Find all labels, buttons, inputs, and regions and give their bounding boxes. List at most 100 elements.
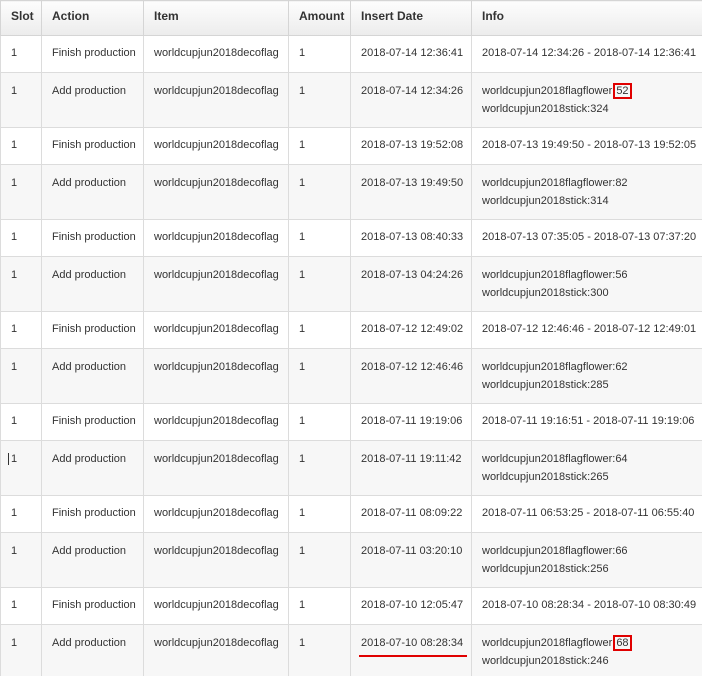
- cell-item: worldcupjun2018decoflag: [143, 532, 289, 588]
- cell-action: Add production: [41, 164, 144, 220]
- highlighted-flower-value: 52: [613, 83, 632, 99]
- column-header-insert-date[interactable]: Insert Date: [350, 0, 472, 36]
- cell-item: worldcupjun2018decoflag: [143, 256, 289, 312]
- cell-insert-date: 2018-07-13 04:24:26: [350, 256, 472, 312]
- cell-info: worldcupjun2018flagflower:62 worldcupjun…: [471, 348, 702, 404]
- table-row: 1 Finish production worldcupjun2018decof…: [0, 495, 702, 533]
- cell-info: worldcupjun2018flagflower:66 worldcupjun…: [471, 532, 702, 588]
- cell-insert-date: 2018-07-13 19:52:08: [350, 127, 472, 165]
- cell-action: Add production: [41, 532, 144, 588]
- info-flower-label: worldcupjun2018flagflower:: [482, 545, 616, 557]
- cell-info: 2018-07-10 08:28:34 - 2018-07-10 08:30:4…: [471, 587, 702, 625]
- production-log-table: Slot Action Item Amount Insert Date Info…: [0, 0, 702, 676]
- cell-amount: 1: [288, 35, 351, 73]
- table-row: 1 Finish production worldcupjun2018decof…: [0, 219, 702, 257]
- cell-slot: 1: [0, 72, 42, 128]
- cell-action: Finish production: [41, 587, 144, 625]
- info-stick-line: worldcupjun2018stick:246: [482, 655, 609, 667]
- cell-slot: 1: [0, 495, 42, 533]
- cell-slot: 1: [0, 164, 42, 220]
- info-stick-line: worldcupjun2018stick:314: [482, 195, 609, 207]
- cell-insert-date: 2018-07-10 12:05:47: [350, 587, 472, 625]
- cell-info: 2018-07-11 06:53:25 - 2018-07-11 06:55:4…: [471, 495, 702, 533]
- info-flower-value: 56: [615, 269, 628, 281]
- table-row: 1 Add production worldcupjun2018decoflag…: [0, 624, 702, 676]
- table-row: 1 Finish production worldcupjun2018decof…: [0, 127, 702, 165]
- highlighted-insert-date: 2018-07-10 08:28:34: [359, 634, 468, 657]
- column-header-item[interactable]: Item: [143, 0, 289, 36]
- info-flower-value: 66: [615, 545, 628, 557]
- cell-action: Finish production: [41, 311, 144, 349]
- cell-slot: 1: [0, 624, 42, 676]
- cell-slot: 1: [0, 440, 42, 496]
- cell-info: worldcupjun2018flagflower:64 worldcupjun…: [471, 440, 702, 496]
- cell-amount: 1: [288, 219, 351, 257]
- cell-slot: 1: [0, 587, 42, 625]
- cell-item: worldcupjun2018decoflag: [143, 72, 289, 128]
- cell-item: worldcupjun2018decoflag: [143, 164, 289, 220]
- cell-slot: 1: [0, 35, 42, 73]
- cell-info: 2018-07-13 19:49:50 - 2018-07-13 19:52:0…: [471, 127, 702, 165]
- table-row: 1 Add production worldcupjun2018decoflag…: [0, 440, 702, 496]
- cell-amount: 1: [288, 495, 351, 533]
- cell-info: worldcupjun2018flagflower:56 worldcupjun…: [471, 256, 702, 312]
- info-flower-value: 64: [615, 453, 628, 465]
- info-flower-value: 82: [615, 177, 628, 189]
- info-flower-label: worldcupjun2018flagflower:: [482, 453, 616, 465]
- cell-amount: 1: [288, 348, 351, 404]
- cell-amount: 1: [288, 624, 351, 676]
- cell-action: Finish production: [41, 219, 144, 257]
- cell-item: worldcupjun2018decoflag: [143, 440, 289, 496]
- info-flower-line: worldcupjun2018flagflower:66: [482, 542, 702, 560]
- cell-info: 2018-07-14 12:34:26 - 2018-07-14 12:36:4…: [471, 35, 702, 73]
- cell-amount: 1: [288, 311, 351, 349]
- table-row: 1 Finish production worldcupjun2018decof…: [0, 35, 702, 73]
- cell-item: worldcupjun2018decoflag: [143, 219, 289, 257]
- table-row: 1 Finish production worldcupjun2018decof…: [0, 403, 702, 441]
- cell-amount: 1: [288, 403, 351, 441]
- cell-insert-date: 2018-07-11 08:09:22: [350, 495, 472, 533]
- cell-slot: 1: [0, 256, 42, 312]
- cell-insert-date: 2018-07-10 08:28:34: [350, 624, 472, 676]
- cell-item: worldcupjun2018decoflag: [143, 587, 289, 625]
- cell-item: worldcupjun2018decoflag: [143, 403, 289, 441]
- cell-insert-date: 2018-07-12 12:49:02: [350, 311, 472, 349]
- cell-info: worldcupjun2018flagflower:68 worldcupjun…: [471, 624, 702, 676]
- column-header-amount[interactable]: Amount: [288, 0, 351, 36]
- cell-amount: 1: [288, 72, 351, 128]
- cell-info: 2018-07-13 07:35:05 - 2018-07-13 07:37:2…: [471, 219, 702, 257]
- table-row: 1 Finish production worldcupjun2018decof…: [0, 587, 702, 625]
- highlighted-flower-value: 68: [613, 635, 632, 651]
- cell-insert-date: 2018-07-13 19:49:50: [350, 164, 472, 220]
- info-stick-line: worldcupjun2018stick:265: [482, 471, 609, 483]
- info-stick-line: worldcupjun2018stick:285: [482, 379, 609, 391]
- info-flower-line: worldcupjun2018flagflower:56: [482, 266, 702, 284]
- info-flower-line: worldcupjun2018flagflower:52: [482, 82, 702, 100]
- column-header-info[interactable]: Info: [471, 0, 702, 36]
- cell-amount: 1: [288, 440, 351, 496]
- cell-action: Finish production: [41, 127, 144, 165]
- table-row: 1 Add production worldcupjun2018decoflag…: [0, 72, 702, 128]
- cell-action: Add production: [41, 624, 144, 676]
- cell-info: worldcupjun2018flagflower:52 worldcupjun…: [471, 72, 702, 128]
- cell-insert-date: 2018-07-11 19:11:42: [350, 440, 472, 496]
- column-header-action[interactable]: Action: [41, 0, 144, 36]
- info-flower-label: worldcupjun2018flagflower:: [482, 269, 616, 281]
- cell-action: Finish production: [41, 35, 144, 73]
- cell-info: worldcupjun2018flagflower:82 worldcupjun…: [471, 164, 702, 220]
- cell-action: Add production: [41, 440, 144, 496]
- cell-item: worldcupjun2018decoflag: [143, 127, 289, 165]
- cell-info: 2018-07-12 12:46:46 - 2018-07-12 12:49:0…: [471, 311, 702, 349]
- cell-info: 2018-07-11 19:16:51 - 2018-07-11 19:19:0…: [471, 403, 702, 441]
- cell-slot: 1: [0, 127, 42, 165]
- cell-insert-date: 2018-07-11 19:19:06: [350, 403, 472, 441]
- cell-insert-date: 2018-07-14 12:36:41: [350, 35, 472, 73]
- table-row: 1 Add production worldcupjun2018decoflag…: [0, 164, 702, 220]
- info-flower-label: worldcupjun2018flagflower:: [482, 361, 616, 373]
- column-header-slot[interactable]: Slot: [0, 0, 42, 36]
- table-row: 1 Finish production worldcupjun2018decof…: [0, 311, 702, 349]
- cell-action: Finish production: [41, 495, 144, 533]
- table-row: 1 Add production worldcupjun2018decoflag…: [0, 532, 702, 588]
- cell-amount: 1: [288, 532, 351, 588]
- info-flower-label: worldcupjun2018flagflower:: [482, 85, 616, 97]
